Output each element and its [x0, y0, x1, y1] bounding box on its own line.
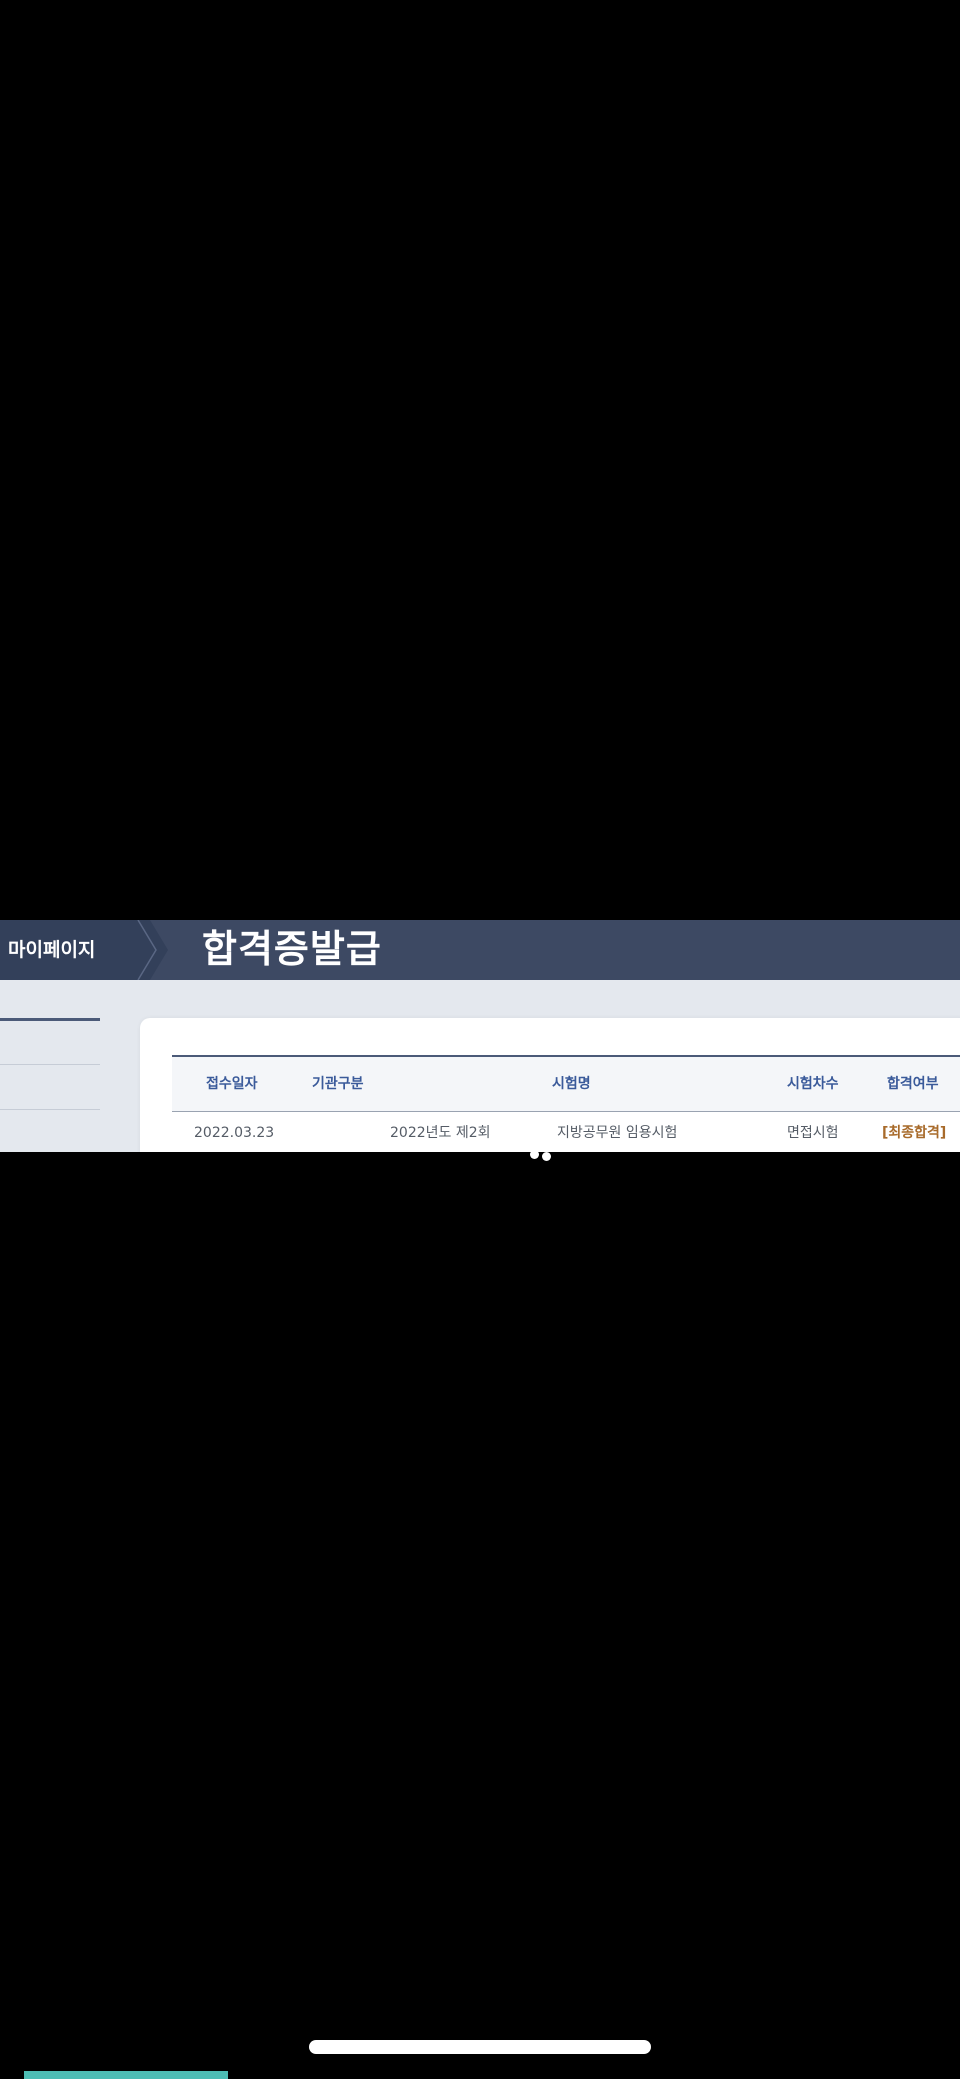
- cell-result-badge[interactable]: [최종합격]: [882, 1112, 946, 1152]
- side-menu-divider: [0, 1109, 100, 1110]
- table-row[interactable]: 2022.03.23 2022년도 제2회 지방공무원 임용시험 면접시험 [최…: [172, 1112, 960, 1152]
- page-title: 합격증발급: [202, 927, 382, 971]
- web-content: 마이페이지 합격증발급 접수일자 기관구분 시험명 시험차수 합격여부 2022…: [0, 920, 960, 1152]
- cell-exam-round: 2022년도 제2회: [390, 1125, 491, 1141]
- breadcrumb-chevron-icon: [132, 920, 168, 980]
- side-menu: [0, 1018, 100, 1152]
- column-header-date: 접수일자: [206, 1076, 258, 1092]
- breadcrumb[interactable]: 마이페이지: [8, 920, 95, 980]
- column-header-category: 기관구분: [312, 1076, 364, 1092]
- cell-session: 면접시험: [787, 1125, 839, 1141]
- cell-exam-name: 지방공무원 임용시험: [557, 1125, 678, 1141]
- home-indicator[interactable]: [309, 2040, 651, 2054]
- column-header-session: 시험차수: [787, 1076, 839, 1092]
- side-menu-top-border: [0, 1018, 100, 1021]
- bottom-accent-bar: [24, 2071, 228, 2079]
- side-menu-divider: [0, 1064, 100, 1065]
- column-header-result: 합격여부: [887, 1076, 939, 1092]
- table-header: 접수일자 기관구분 시험명 시험차수 합격여부: [172, 1055, 960, 1112]
- results-table: 접수일자 기관구분 시험명 시험차수 합격여부 2022.03.23 2022년…: [172, 1055, 960, 1152]
- loading-spinner-icon: [530, 1150, 556, 1161]
- column-header-exam-name: 시험명: [552, 1076, 591, 1092]
- screen: 마이페이지 합격증발급 접수일자 기관구분 시험명 시험차수 합격여부 2022…: [0, 0, 960, 2079]
- content-card: 접수일자 기관구분 시험명 시험차수 합격여부 2022.03.23 2022년…: [140, 1018, 960, 1152]
- header-bar: 마이페이지 합격증발급: [0, 920, 960, 980]
- cell-date: 2022.03.23: [194, 1125, 275, 1141]
